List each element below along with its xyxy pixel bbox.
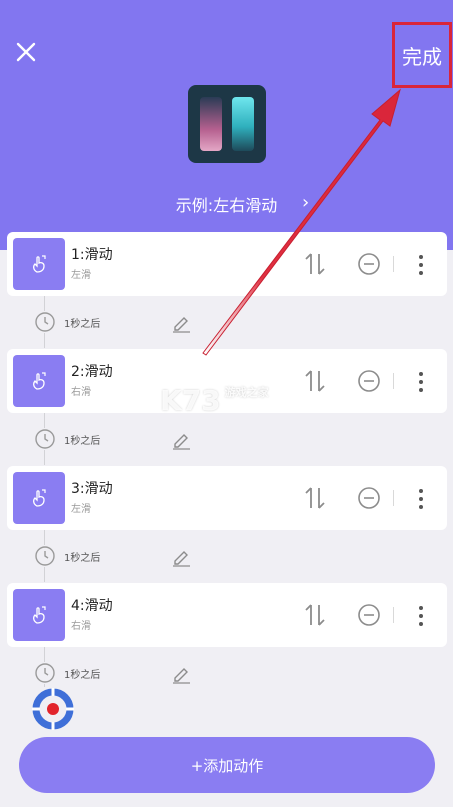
action-title: 1:滑动 bbox=[71, 247, 113, 263]
done-button[interactable]: 完成 bbox=[392, 22, 452, 88]
clock-icon bbox=[34, 662, 56, 684]
minus-circle-icon[interactable] bbox=[357, 603, 381, 627]
clock-icon bbox=[34, 311, 56, 333]
sort-icon[interactable] bbox=[303, 484, 327, 512]
sort-icon[interactable] bbox=[303, 367, 327, 395]
more-vertical-icon[interactable] bbox=[413, 369, 429, 395]
tap-gesture-icon bbox=[33, 372, 46, 390]
watermark-small: 游戏之家 bbox=[224, 386, 269, 399]
close-button[interactable] bbox=[12, 38, 40, 66]
action-card-4[interactable]: 4:滑动 右滑 bbox=[7, 583, 447, 647]
action-subtitle: 右滑 bbox=[71, 621, 91, 632]
close-icon bbox=[16, 42, 36, 62]
tap-gesture-icon bbox=[33, 489, 46, 507]
delay-label: 1秒之后 bbox=[64, 319, 101, 330]
app-icon-bar-left bbox=[200, 97, 222, 151]
tap-gesture-icon bbox=[33, 606, 46, 624]
minus-circle-icon[interactable] bbox=[357, 252, 381, 276]
minus-circle-icon[interactable] bbox=[357, 486, 381, 510]
delay-label: 1秒之后 bbox=[64, 436, 101, 447]
action-title: 4:滑动 bbox=[71, 598, 113, 614]
action-subtitle: 左滑 bbox=[71, 270, 91, 281]
edit-icon[interactable] bbox=[170, 428, 192, 450]
divider bbox=[393, 373, 394, 389]
more-vertical-icon[interactable] bbox=[413, 603, 429, 629]
target-icon[interactable] bbox=[32, 688, 74, 730]
action-title: 2:滑动 bbox=[71, 364, 113, 380]
more-vertical-icon[interactable] bbox=[413, 486, 429, 512]
minus-circle-icon[interactable] bbox=[357, 369, 381, 393]
chevron-right-icon[interactable]: › bbox=[302, 192, 309, 213]
action-thumb bbox=[13, 472, 65, 524]
edit-icon[interactable] bbox=[170, 545, 192, 567]
delay-label: 1秒之后 bbox=[64, 553, 101, 564]
watermark-main: K73 bbox=[160, 384, 221, 417]
delay-label: 1秒之后 bbox=[64, 670, 101, 681]
add-action-button[interactable]: +添加动作 bbox=[19, 737, 435, 793]
tap-gesture-icon bbox=[33, 255, 46, 273]
action-card-1[interactable]: 1:滑动 左滑 bbox=[7, 232, 447, 296]
action-thumb bbox=[13, 589, 65, 641]
action-subtitle: 右滑 bbox=[71, 387, 91, 398]
app-icon bbox=[188, 85, 266, 163]
watermark: K73 游戏之家 bbox=[160, 384, 269, 417]
more-vertical-icon[interactable] bbox=[413, 252, 429, 278]
app-icon-bar-right bbox=[232, 97, 254, 151]
sort-icon[interactable] bbox=[303, 601, 327, 629]
action-thumb bbox=[13, 355, 65, 407]
action-thumb bbox=[13, 238, 65, 290]
edit-icon[interactable] bbox=[170, 662, 192, 684]
clock-icon bbox=[34, 428, 56, 450]
action-subtitle: 左滑 bbox=[71, 504, 91, 515]
header: 完成 示例:左右滑动 › bbox=[0, 0, 453, 250]
divider bbox=[393, 490, 394, 506]
divider bbox=[393, 607, 394, 623]
action-title: 3:滑动 bbox=[71, 481, 113, 497]
edit-icon[interactable] bbox=[170, 311, 192, 333]
clock-icon bbox=[34, 545, 56, 567]
sort-icon[interactable] bbox=[303, 250, 327, 278]
divider bbox=[393, 256, 394, 272]
example-title[interactable]: 示例:左右滑动 bbox=[0, 192, 453, 216]
action-card-3[interactable]: 3:滑动 左滑 bbox=[7, 466, 447, 530]
